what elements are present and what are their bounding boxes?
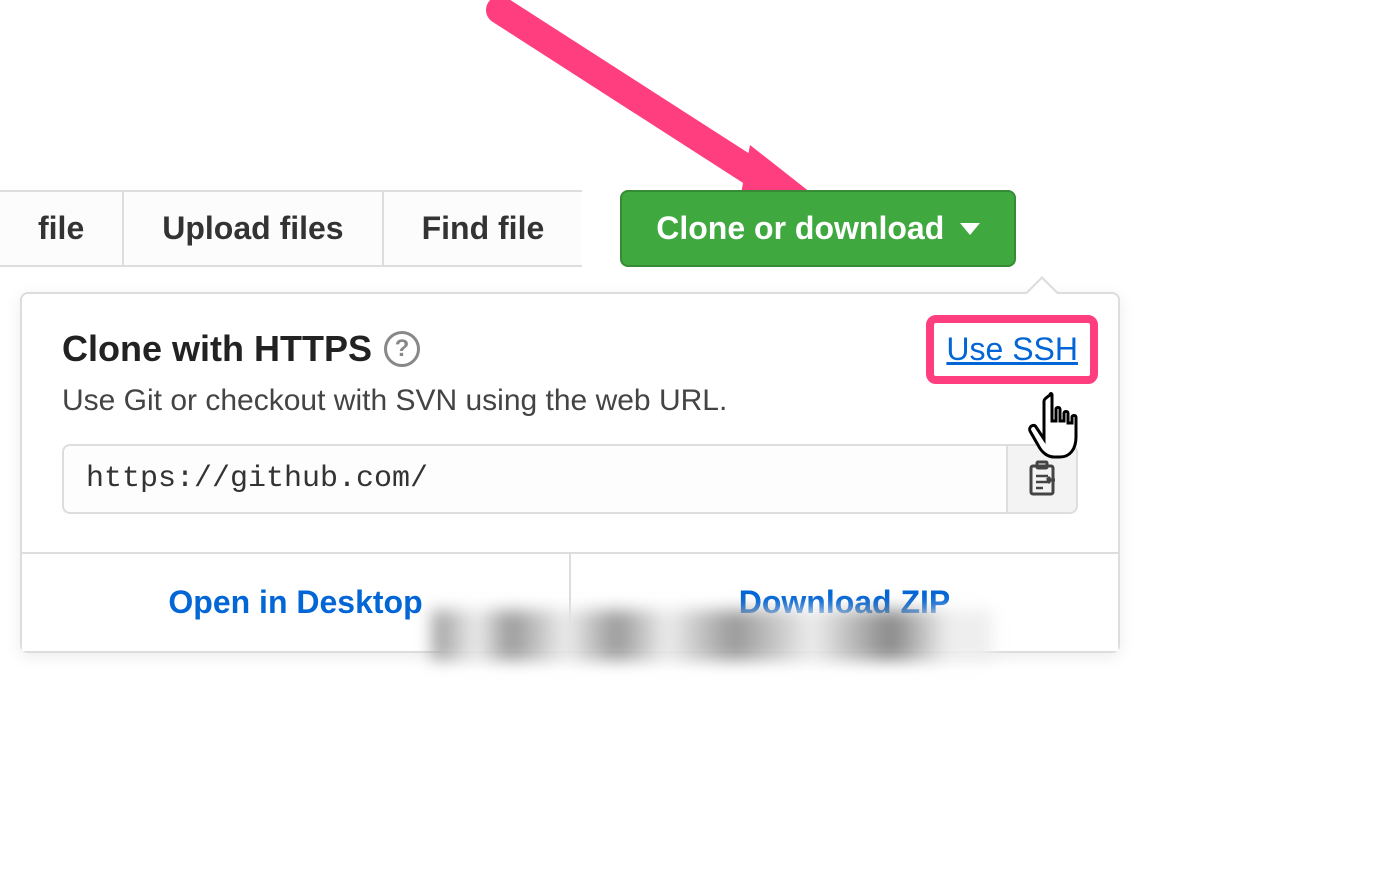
new-file-button[interactable]: file [0, 190, 122, 267]
cursor-pointer-icon [1026, 391, 1082, 468]
open-in-desktop-button[interactable]: Open in Desktop [22, 554, 571, 651]
clone-dropdown: Clone with HTTPS ? Use SSH Use Git or ch… [20, 292, 1120, 653]
find-file-button[interactable]: Find file [382, 190, 583, 267]
download-zip-button[interactable]: Download ZIP [571, 554, 1118, 651]
clone-title: Clone with HTTPS [62, 328, 372, 370]
clone-description: Use Git or checkout with SVN using the w… [62, 384, 1078, 418]
dropdown-tip [1024, 276, 1060, 294]
use-ssh-link[interactable]: Use SSH [946, 331, 1078, 367]
pointer-arrow-annotation [480, 0, 820, 215]
upload-files-button[interactable]: Upload files [122, 190, 381, 267]
clone-url-input[interactable] [62, 444, 1008, 514]
help-icon[interactable]: ? [384, 331, 420, 367]
caret-down-icon [960, 223, 980, 235]
clone-or-download-label: Clone or download [656, 210, 944, 247]
clone-or-download-button[interactable]: Clone or download [620, 190, 1016, 267]
repo-toolbar: file Upload files Find file Clone or dow… [0, 190, 1016, 267]
